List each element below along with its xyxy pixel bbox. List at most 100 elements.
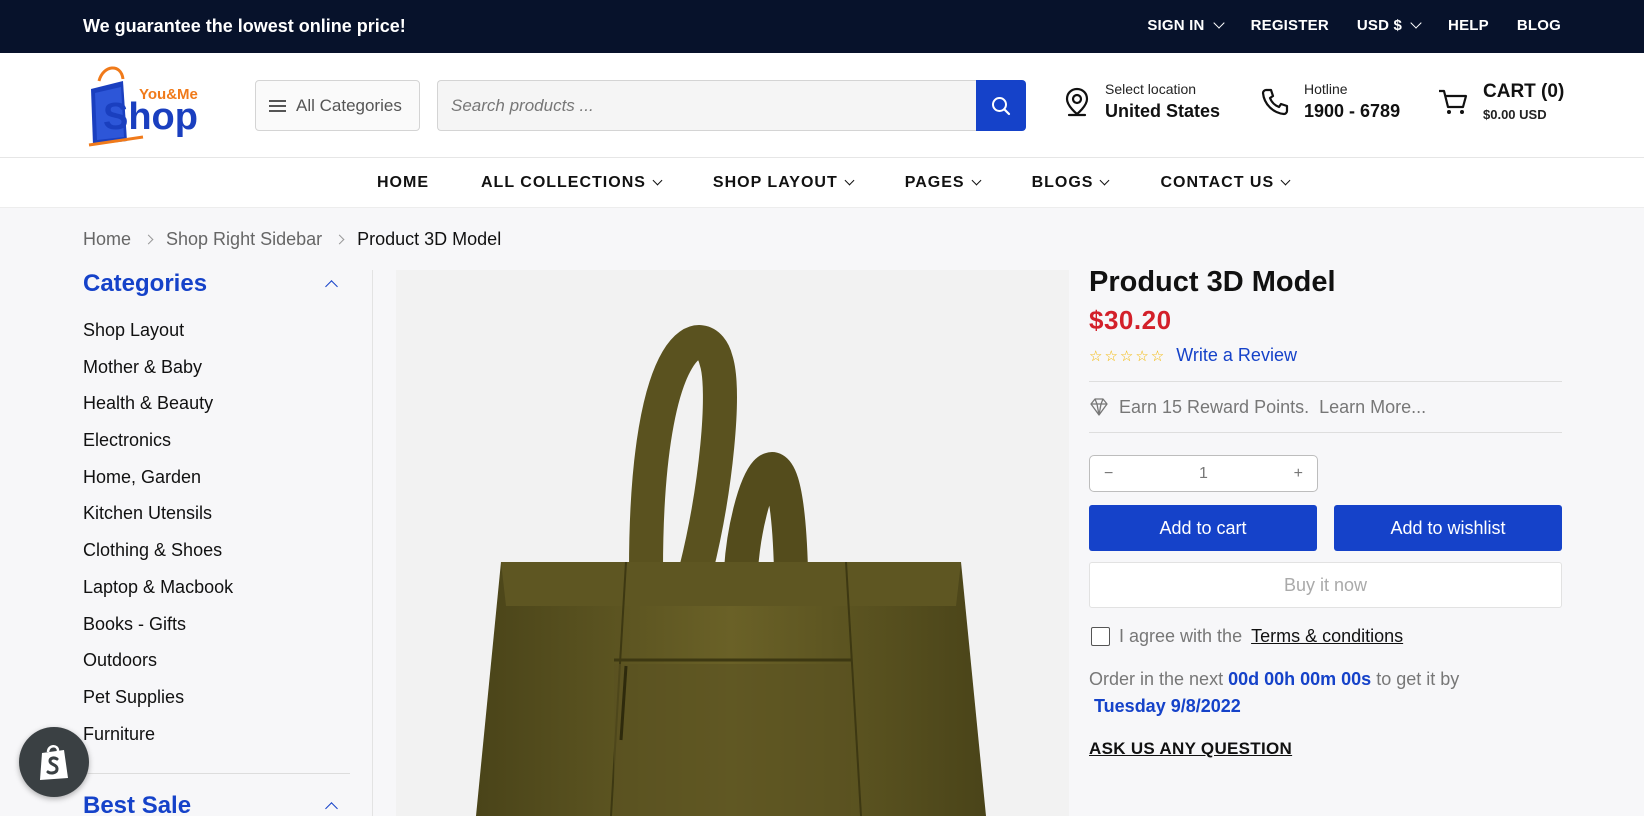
currency-selector[interactable]: USD $ [1356, 17, 1422, 34]
cart-total: $0.00 USD [1483, 107, 1547, 122]
delivery-date: Tuesday 9/8/2022 [1094, 696, 1241, 716]
hotline-number: 1900 - 6789 [1304, 101, 1401, 121]
breadcrumb: Home Shop Right Sidebar Product 3D Model [83, 229, 501, 250]
nav-contact-us[interactable]: CONTACT US [1160, 174, 1291, 192]
nav-shop-layout-label: SHOP LAYOUT [712, 174, 838, 191]
location-value: United States [1105, 101, 1221, 121]
all-categories-label: All Categories [296, 95, 402, 115]
nav-home[interactable]: HOME [377, 174, 429, 192]
chevron-down-icon [844, 175, 855, 186]
shopify-badge[interactable] [19, 727, 89, 797]
phone-icon [1261, 88, 1289, 115]
category-item[interactable]: Mother & Baby [83, 349, 350, 386]
qty-decrease-button[interactable]: − [1104, 465, 1113, 483]
header: You&Me Shop All Categories Search produc… [0, 53, 1644, 158]
nav-home-label: HOME [377, 174, 429, 191]
shopify-icon [40, 745, 68, 780]
logo-graphic: You&Me Shop [88, 66, 198, 147]
location-pin-icon [1065, 87, 1089, 116]
best-sale-header[interactable]: Best Sale [83, 792, 350, 816]
search-button[interactable] [976, 80, 1026, 131]
product-title: Product 3D Model [1089, 266, 1336, 298]
breadcrumb-current: Product 3D Model [357, 229, 502, 249]
divider [1089, 432, 1562, 433]
category-item[interactable]: Electronics [83, 422, 350, 459]
qty-increase-button[interactable]: + [1294, 465, 1303, 483]
currency-label: USD $ [1356, 17, 1403, 34]
nav-all-collections-label: ALL COLLECTIONS [481, 174, 646, 191]
top-bar: We guarantee the lowest online price! SI… [0, 0, 1644, 53]
buy-now-button[interactable]: Buy it now [1089, 562, 1562, 608]
logo[interactable]: You&Me Shop [83, 65, 215, 149]
category-item[interactable]: Health & Beauty [83, 385, 350, 422]
agree-text: I agree with the [1119, 626, 1243, 646]
chevron-down-icon [652, 175, 663, 186]
nav-blogs[interactable]: BLOGS [1031, 174, 1110, 192]
add-to-cart-button[interactable]: Add to cart [1089, 505, 1317, 551]
best-sale-title: Best Sale [83, 792, 192, 816]
sign-in-link[interactable]: SIGN IN [1147, 17, 1225, 34]
hotline: Hotline 1900 - 6789 [1260, 81, 1400, 122]
breadcrumb-home[interactable]: Home [83, 229, 131, 250]
quantity-stepper: − 1 + [1089, 455, 1318, 492]
add-to-wishlist-button[interactable]: Add to wishlist [1334, 505, 1562, 551]
category-item[interactable]: Shop Layout [83, 312, 350, 349]
learn-more-link[interactable]: Learn More... [1319, 397, 1426, 418]
reward-points: Earn 15 Reward Points. Learn More... [1089, 382, 1562, 432]
search-input[interactable]: Search products ... [437, 80, 976, 131]
chevron-down-icon [1280, 175, 1291, 186]
ask-question-link[interactable]: ASK US ANY QUESTION [1089, 739, 1562, 759]
category-list: Shop Layout Mother & Baby Health & Beaut… [83, 312, 350, 752]
order-mid: to get it by [1376, 669, 1460, 689]
nav-pages-label: PAGES [904, 174, 965, 191]
breadcrumb-parent[interactable]: Shop Right Sidebar [166, 229, 322, 250]
all-categories-button[interactable]: All Categories [255, 80, 420, 131]
chevron-down-icon [1410, 17, 1422, 29]
category-item[interactable]: Clothing & Shoes [83, 532, 350, 569]
cart-button[interactable]: CART (0) $0.00 USD [1437, 81, 1564, 122]
sidebar-separator [372, 270, 373, 816]
chevron-down-icon [1100, 175, 1110, 186]
svg-text:Shop: Shop [103, 96, 198, 138]
terms-link[interactable]: Terms & conditions [1251, 626, 1403, 647]
category-item[interactable]: Furniture [83, 716, 350, 753]
register-link[interactable]: REGISTER [1251, 17, 1329, 34]
cart-count: CART (0) [1483, 81, 1565, 102]
categories-header[interactable]: Categories [83, 270, 350, 298]
main-nav: HOME ALL COLLECTIONS SHOP LAYOUT PAGES B… [0, 158, 1644, 208]
chevron-up-icon [325, 279, 338, 293]
category-item[interactable]: Outdoors [83, 642, 350, 679]
write-review-link[interactable]: Write a Review [1176, 345, 1297, 366]
categories-title: Categories [83, 270, 208, 297]
location-selector[interactable]: Select location United States [1063, 81, 1220, 122]
qty-input[interactable]: 1 [1199, 465, 1208, 483]
hotline-label: Hotline [1304, 81, 1348, 97]
search-icon [992, 96, 1011, 115]
chevron-down-icon [971, 175, 982, 186]
nav-all-collections[interactable]: ALL COLLECTIONS [481, 174, 663, 192]
terms-agreement: I agree with the Terms & conditions [1089, 626, 1562, 647]
location-label: Select location [1105, 81, 1197, 97]
category-item[interactable]: Laptop & Macbook [83, 569, 350, 606]
product-image[interactable] [396, 270, 1069, 816]
category-item[interactable]: Pet Supplies [83, 679, 350, 716]
category-item[interactable]: Kitchen Utensils [83, 495, 350, 532]
action-buttons: Add to cart Add to wishlist [1089, 505, 1562, 551]
category-item[interactable]: Home, Garden [83, 459, 350, 496]
help-link[interactable]: HELP [1448, 17, 1489, 34]
sidebar-divider [83, 773, 350, 774]
category-item[interactable]: Books - Gifts [83, 606, 350, 643]
nav-pages[interactable]: PAGES [904, 174, 982, 192]
star-icon: ☆☆☆☆☆ [1089, 347, 1167, 365]
order-countdown: Order in the next 00d 00h 00m 00s to get… [1089, 666, 1562, 720]
terms-checkbox[interactable] [1091, 627, 1110, 646]
nav-blogs-label: BLOGS [1031, 174, 1094, 191]
diamond-icon [1090, 398, 1108, 416]
reward-text: Earn 15 Reward Points. [1119, 396, 1310, 417]
nav-contact-us-label: CONTACT US [1160, 174, 1275, 191]
countdown-timer: 00d 00h 00m 00s [1228, 669, 1372, 689]
nav-shop-layout[interactable]: SHOP LAYOUT [712, 174, 855, 192]
blog-link[interactable]: BLOG [1517, 17, 1561, 34]
rating-row: ☆☆☆☆☆ Write a Review [1089, 345, 1562, 366]
chevron-right-icon [334, 234, 345, 245]
